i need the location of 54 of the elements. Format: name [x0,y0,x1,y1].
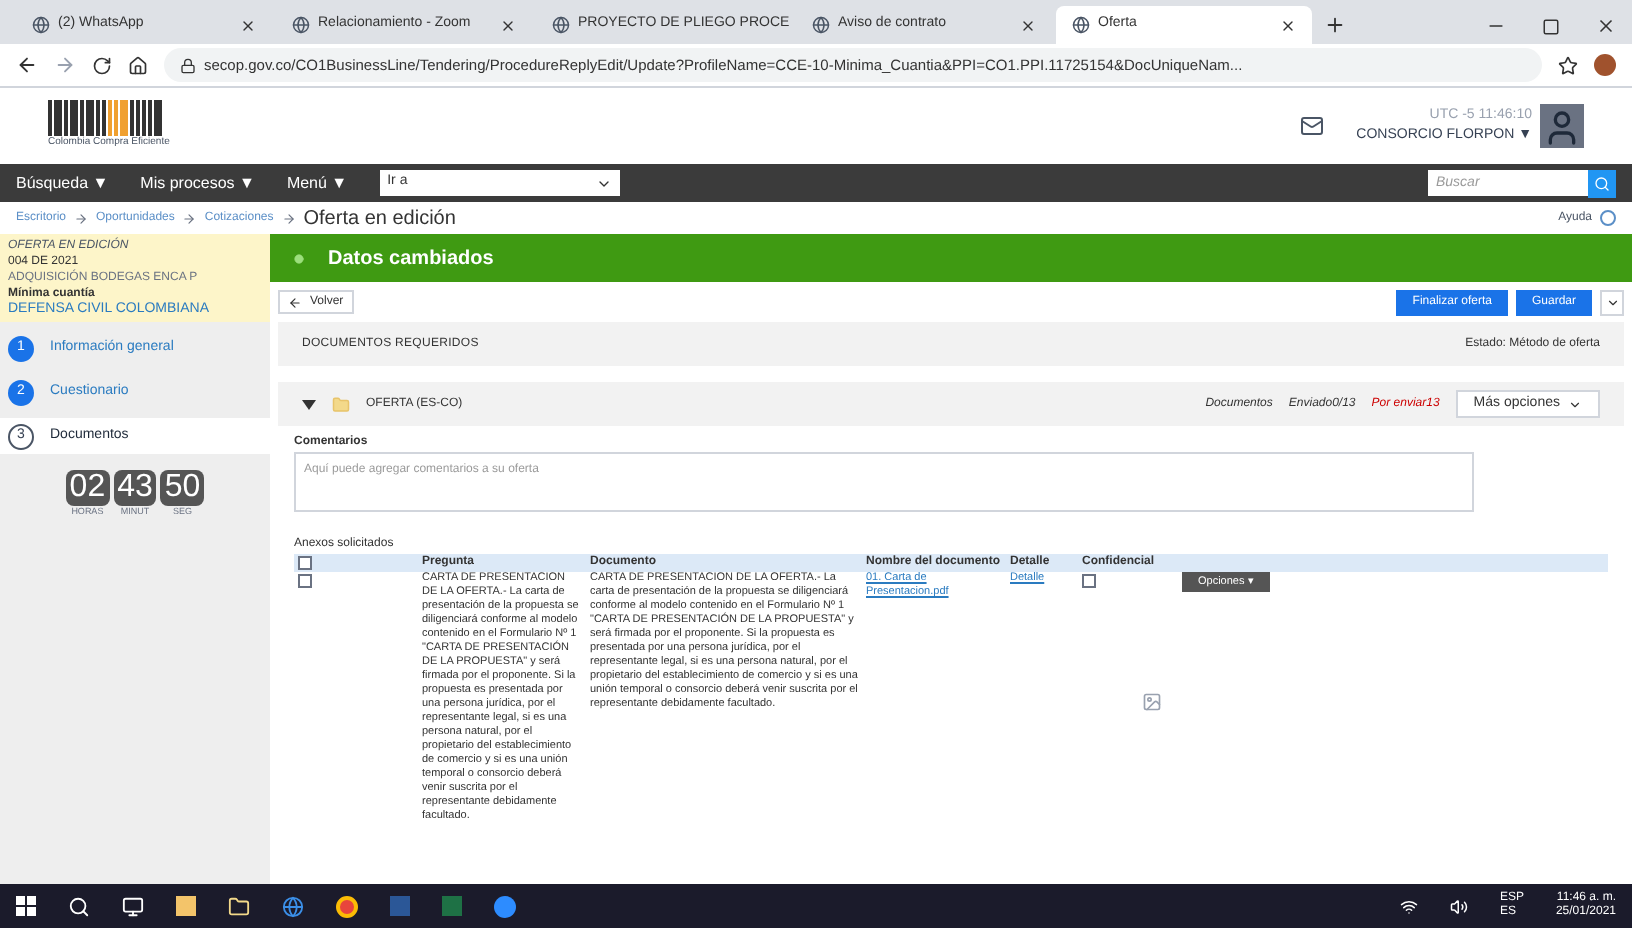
search-icon [1594,175,1610,191]
back-arrow-icon [288,295,302,309]
app-icon[interactable] [494,895,516,917]
dot-icon [294,253,304,263]
close-icon[interactable] [1596,16,1616,36]
arrow-icon [74,211,89,225]
nav-menu[interactable]: Mis procesos ▼ [140,171,255,195]
reload-icon[interactable] [92,55,112,75]
mail-icon[interactable] [1300,114,1325,138]
globe-icon [1072,16,1090,34]
checkbox[interactable] [298,574,312,588]
star-icon[interactable] [1558,55,1578,75]
nav-menu[interactable]: Menú ▼ [286,171,348,195]
volume-icon [1449,897,1468,915]
close-icon[interactable] [240,17,256,33]
nav-menu[interactable]: Búsqueda ▼ [16,171,109,195]
globe-icon [292,16,310,34]
network-icon [1399,897,1418,915]
chevron-down-icon [1568,397,1582,411]
task-view-icon[interactable] [122,895,144,917]
countdown-digits: 43 [113,470,157,506]
collapse-icon[interactable] [302,399,316,409]
page-title: Oferta en edición [303,205,456,233]
search-icon[interactable] [68,895,90,917]
countdown-digits: 50 [160,470,205,506]
home-icon[interactable] [128,55,148,75]
arrow-icon [182,211,197,225]
help-icon [1600,210,1616,226]
file-explorer-icon[interactable] [228,895,250,917]
more-button[interactable] [1600,289,1624,315]
globe-icon [32,16,50,34]
checkbox[interactable] [298,556,312,570]
avatar-icon [1594,54,1616,76]
maximize-icon[interactable] [1542,18,1560,36]
close-icon[interactable] [1020,17,1036,33]
new-tab-icon[interactable] [1324,14,1346,36]
chevron-down-icon [1605,295,1619,309]
barcode-logo-icon [48,100,164,137]
globe-icon [812,16,830,34]
browser-icon[interactable] [282,895,304,917]
countdown-digits: 02 [65,470,110,506]
user-avatar [1540,104,1584,148]
confidential-checkbox[interactable] [1082,574,1096,588]
back-icon[interactable] [16,54,38,76]
arrow-icon [281,211,296,225]
close-icon[interactable] [500,17,516,33]
image-icon [1142,692,1162,712]
folder-icon [332,395,350,413]
search-button[interactable] [1588,169,1616,197]
banner-text: Datos cambiados [328,245,494,273]
forward-icon[interactable] [54,54,76,76]
close-icon[interactable] [1280,17,1296,33]
lock-icon [180,57,196,73]
globe-icon [552,16,570,34]
